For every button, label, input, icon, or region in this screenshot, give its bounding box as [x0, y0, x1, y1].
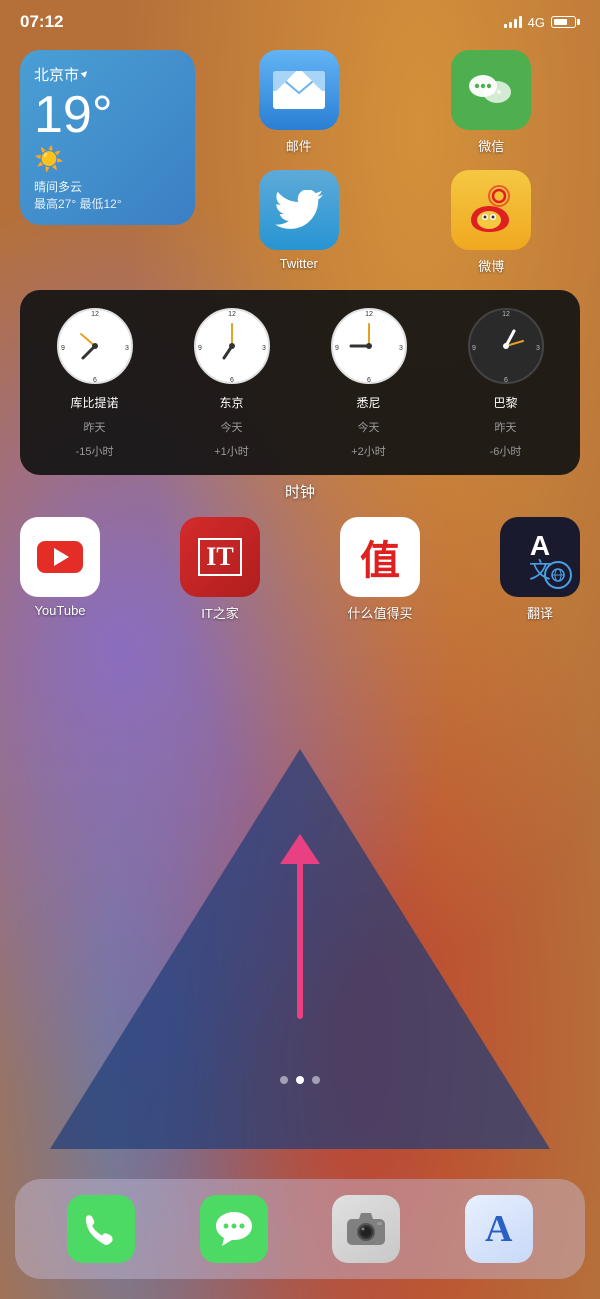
weather-widget[interactable]: 北京市 19° ☀️ 晴间多云 最高27° 最低12°: [20, 50, 195, 225]
app-wechat[interactable]: 微信: [403, 50, 581, 155]
app-smzdm[interactable]: 值 什么值得买: [340, 517, 420, 622]
svg-text:6: 6: [367, 377, 371, 384]
clock-sydney-name: 悉尼: [356, 394, 380, 411]
svg-text:12: 12: [91, 311, 99, 318]
app-translate[interactable]: A 文 翻译: [500, 517, 580, 622]
arrow-line: [297, 859, 303, 1019]
weather-range: 最高27° 最低12°: [34, 195, 181, 212]
svg-text:9: 9: [335, 345, 339, 352]
app-twitter[interactable]: Twitter: [210, 170, 388, 275]
status-time: 07:12: [20, 12, 63, 32]
twitter-icon: [259, 170, 339, 250]
svg-text:6: 6: [230, 377, 234, 384]
it-home-label: IT之家: [201, 603, 239, 622]
svg-text:9: 9: [472, 345, 476, 352]
camera-icon: [332, 1195, 400, 1263]
page-dot-2[interactable]: [296, 1076, 304, 1084]
weather-desc: 晴间多云: [34, 178, 181, 195]
svg-text:12: 12: [502, 311, 510, 318]
row3: YouTube IT IT之家 值 什么值得买 A 文: [20, 517, 580, 622]
network-type: 4G: [528, 15, 545, 30]
app-youtube[interactable]: YouTube: [20, 517, 100, 622]
messages-icon: [200, 1195, 268, 1263]
arrow-head: [280, 834, 320, 864]
clock-paris-offset: -6小时: [490, 443, 522, 459]
clock-kubino-name: 库比提诺: [70, 394, 118, 411]
svg-text:9: 9: [61, 345, 65, 352]
clock-tokyo-name: 东京: [219, 394, 243, 411]
svg-text:3: 3: [262, 345, 266, 352]
smzdm-icon: 值: [340, 517, 420, 597]
dictionary-icon: A: [465, 1195, 533, 1263]
app-mail[interactable]: 邮件: [210, 50, 388, 155]
clock-sydney-day: 今天: [358, 419, 380, 435]
translate-label: 翻译: [527, 603, 553, 622]
weather-city: 北京市: [34, 64, 181, 85]
youtube-icon: [20, 517, 100, 597]
swipe-arrow: [297, 859, 303, 1019]
clock-paris-name: 巴黎: [493, 394, 517, 411]
dock-dictionary[interactable]: A: [465, 1195, 533, 1263]
page-dots: [280, 1076, 320, 1084]
weibo-icon: [451, 170, 531, 250]
page-dot-1[interactable]: [280, 1076, 288, 1084]
mail-label: 邮件: [286, 136, 312, 155]
svg-text:6: 6: [504, 377, 508, 384]
home-screen: 北京市 19° ☀️ 晴间多云 最高27° 最低12°: [0, 50, 600, 642]
dock-messages[interactable]: [200, 1195, 268, 1263]
it-home-icon: IT: [180, 517, 260, 597]
clock-sydney-offset: +2小时: [351, 443, 386, 459]
weather-sun-icon: ☀️: [34, 145, 181, 174]
clock-kubino-day: 昨天: [84, 419, 106, 435]
svg-text:12: 12: [365, 311, 373, 318]
mail-icon: [259, 50, 339, 130]
phone-icon: [67, 1195, 135, 1263]
svg-text:3: 3: [536, 345, 540, 352]
clock-paris-day: 昨天: [495, 419, 517, 435]
wechat-label: 微信: [478, 136, 504, 155]
status-bar: 07:12 4G: [0, 0, 600, 44]
row1: 北京市 19° ☀️ 晴间多云 最高27° 最低12°: [20, 50, 580, 275]
clock-kubino: 12 3 6 9 库比提诺 昨天 -15小时: [55, 306, 135, 459]
translate-icon: A 文: [500, 517, 580, 597]
clock-widget[interactable]: 12 3 6 9 库比提诺 昨天 -15小时 12 3 6 9: [20, 290, 580, 475]
svg-text:9: 9: [198, 345, 202, 352]
smzdm-label: 什么值得买: [347, 603, 412, 622]
battery-icon: [551, 16, 580, 28]
clock-tokyo-offset: +1小时: [214, 443, 249, 459]
wechat-icon: [451, 50, 531, 130]
svg-text:12: 12: [228, 311, 236, 318]
clock-paris: 12 3 6 9 巴黎 昨天 -6小时: [466, 306, 546, 459]
svg-text:3: 3: [125, 345, 129, 352]
status-icons: 4G: [504, 15, 580, 30]
twitter-label: Twitter: [280, 256, 318, 271]
app-it-home[interactable]: IT IT之家: [180, 517, 260, 622]
app-weibo[interactable]: 微博: [403, 170, 581, 275]
signal-icon: [504, 16, 522, 28]
page-dot-3[interactable]: [312, 1076, 320, 1084]
dock-phone[interactable]: [67, 1195, 135, 1263]
youtube-label: YouTube: [34, 603, 85, 618]
svg-text:6: 6: [93, 377, 97, 384]
clock-app-label: 时钟: [20, 481, 580, 502]
weather-temp: 19°: [34, 89, 181, 141]
dock: A: [15, 1179, 585, 1279]
clock-tokyo: 12 3 6 9 东京 今天 +1小时: [192, 306, 272, 459]
weibo-label: 微博: [478, 256, 504, 275]
dock-camera[interactable]: [332, 1195, 400, 1263]
clock-kubino-offset: -15小时: [76, 443, 114, 459]
clock-tokyo-day: 今天: [221, 419, 243, 435]
svg-text:3: 3: [399, 345, 403, 352]
clock-sydney: 12 3 6 9 悉尼 今天 +2小时: [329, 306, 409, 459]
